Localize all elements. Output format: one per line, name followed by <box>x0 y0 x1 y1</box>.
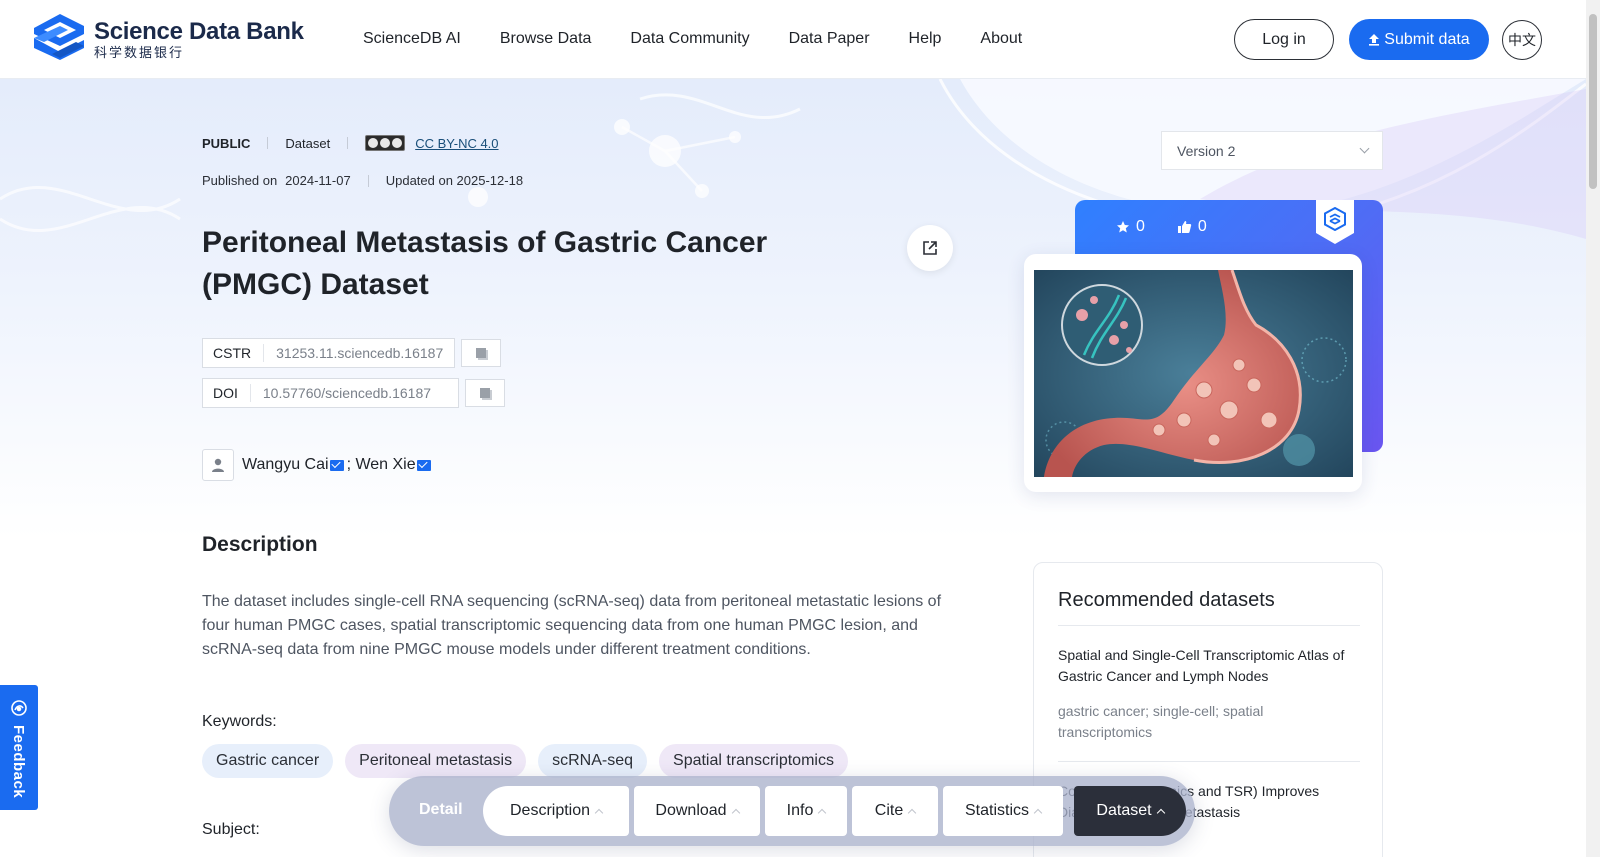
tab-statistics[interactable]: Statistics <box>943 786 1063 836</box>
author-name[interactable]: Wangyu Cai <box>242 456 329 474</box>
upload-icon <box>1369 34 1380 46</box>
section-tab-bar: Detail Description Download Info Cite St… <box>389 776 1195 846</box>
description-heading: Description <box>202 533 318 556</box>
tab-label: Info <box>786 802 814 819</box>
share-button[interactable] <box>907 225 953 271</box>
nav-help[interactable]: Help <box>909 30 942 48</box>
tab-label: Statistics <box>964 802 1029 819</box>
copy-doi-button[interactable] <box>465 379 505 407</box>
tab-bar-title: Detail <box>419 801 463 818</box>
keyword-tag[interactable]: Spatial transcriptomics <box>659 744 848 778</box>
tab-label: Description <box>509 802 591 819</box>
published-label: Published on <box>202 173 278 188</box>
page-scrollbar[interactable] <box>1586 0 1600 857</box>
updated-date: Updated on 2025-12-18 <box>385 173 524 188</box>
doi-value: 10.57760/sciencedb.16187 <box>262 385 432 401</box>
tab-info[interactable]: Info <box>765 786 847 836</box>
submit-data-button[interactable]: Submit data <box>1349 19 1489 60</box>
top-header: Science Data Bank 科学数据银行 ScienceDB AI Br… <box>0 0 1586 79</box>
feedback-icon <box>11 700 27 716</box>
keyword-tag[interactable]: scRNA-seq <box>538 744 648 778</box>
subject-label: Subject: <box>202 821 260 838</box>
tab-download[interactable]: Download <box>634 786 760 836</box>
feedback-button[interactable]: Feedback <box>0 685 38 810</box>
version-select[interactable]: Version 2 <box>1161 131 1383 170</box>
author-name[interactable]: Wen Xie <box>355 456 415 474</box>
main-nav: ScienceDB AI Browse Data Data Community … <box>363 30 1022 48</box>
divider <box>367 174 369 187</box>
tab-dataset[interactable]: Dataset <box>1074 786 1186 836</box>
submit-data-label: Submit data <box>1384 30 1470 48</box>
copy-icon <box>476 348 486 358</box>
feedback-label: Feedback <box>10 725 27 799</box>
scrollbar-thumb[interactable] <box>1589 14 1597 189</box>
language-toggle[interactable]: 中文 <box>1502 20 1542 60</box>
type-label: Dataset <box>285 135 331 151</box>
tab-label: Dataset <box>1096 802 1152 819</box>
author-avatar-icon <box>202 449 234 481</box>
recommended-item-title[interactable]: Spatial and Single-Cell Transcriptomic A… <box>1058 645 1358 687</box>
recommended-item-keywords: gastric cancer; single-cell; spatial tra… <box>1058 703 1264 740</box>
login-button[interactable]: Log in <box>1234 19 1334 60</box>
divider <box>1058 761 1360 762</box>
chevron-up-icon <box>907 808 917 818</box>
email-icon[interactable] <box>329 459 344 471</box>
access-label: PUBLIC <box>202 135 251 151</box>
keyword-list: Gastric cancer Peritoneal metastasis scR… <box>202 744 848 778</box>
dataset-meta-row: PUBLIC Dataset CC BY-NC 4.0 <box>202 135 499 151</box>
tab-cite[interactable]: Cite <box>852 786 938 836</box>
dataset-stats: 0 0 <box>1116 218 1207 236</box>
nav-sciencedb-ai[interactable]: ScienceDB AI <box>363 30 461 48</box>
logo-icon <box>34 14 84 60</box>
logo-subtitle: 科学数据银行 <box>94 45 185 60</box>
doi-label: DOI <box>203 384 251 402</box>
chevron-down-icon <box>1359 143 1370 154</box>
tab-label: Download <box>655 802 727 819</box>
star-icon <box>1117 221 1129 233</box>
published-date: 2024-11-07 <box>285 173 351 188</box>
email-icon[interactable] <box>416 459 431 471</box>
chevron-up-icon <box>1156 808 1165 818</box>
divider <box>267 137 269 149</box>
external-link-icon <box>923 241 937 255</box>
nav-about[interactable]: About <box>980 30 1022 48</box>
cstr-value: 31253.11.sciencedb.16187 <box>276 345 444 361</box>
favorite-count-value: 0 <box>1136 218 1145 235</box>
thumbs-up-icon <box>1177 221 1192 233</box>
version-value: Version 2 <box>1177 142 1236 159</box>
divider <box>347 137 349 149</box>
favorite-count[interactable]: 0 <box>1116 218 1145 236</box>
copy-icon <box>480 388 490 398</box>
recommended-heading: Recommended datasets <box>1058 589 1275 611</box>
cc-license-icon <box>365 135 406 151</box>
nav-data-paper[interactable]: Data Paper <box>789 30 870 48</box>
keyword-tag[interactable]: Peritoneal metastasis <box>345 744 527 778</box>
nav-data-community[interactable]: Data Community <box>630 30 749 48</box>
chevron-up-icon <box>818 808 827 818</box>
tab-description[interactable]: Description <box>483 786 629 836</box>
site-logo[interactable]: Science Data Bank 科学数据银行 <box>30 12 304 68</box>
chevron-up-icon <box>731 808 740 818</box>
tab-label: Cite <box>874 802 904 819</box>
nav-browse-data[interactable]: Browse Data <box>500 30 592 48</box>
dataset-dates: Published on 2024-11-07 Updated on 2025-… <box>202 173 523 188</box>
doi-field: DOI 10.57760/sciencedb.16187 <box>202 378 459 408</box>
keyword-tag[interactable]: Gastric cancer <box>202 744 334 778</box>
cstr-field: CSTR 31253.11.sciencedb.16187 <box>202 338 455 368</box>
divider <box>1058 625 1360 626</box>
page-title: Peritoneal Metastasis of Gastric Cancer … <box>202 226 768 301</box>
chevron-up-icon <box>1033 808 1043 818</box>
logo-title: Science Data Bank <box>94 18 304 45</box>
author-list: Wangyu Cai ; Wen Xie <box>202 449 434 481</box>
description-text: The dataset includes single-cell RNA seq… <box>202 593 942 658</box>
cstr-label: CSTR <box>203 344 265 362</box>
like-count-value: 0 <box>1197 218 1207 235</box>
like-count[interactable]: 0 <box>1177 218 1207 236</box>
copy-cstr-button[interactable] <box>461 339 501 367</box>
license-link[interactable]: CC BY-NC 4.0 <box>415 136 498 151</box>
keywords-label: Keywords: <box>202 713 277 730</box>
author-separator: ; <box>346 456 356 473</box>
chevron-up-icon <box>594 808 604 818</box>
dataset-cover-image[interactable] <box>1034 270 1353 477</box>
